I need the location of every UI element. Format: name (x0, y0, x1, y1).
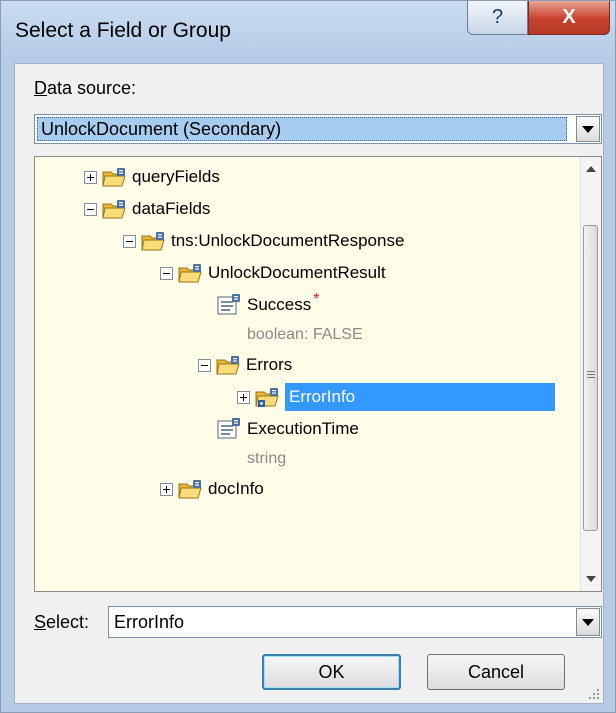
field-icon (217, 294, 240, 315)
tree-item-unlockdocumentresponse[interactable]: tns:UnlockDocumentResponse (123, 226, 404, 256)
tree-item-label: queryFields (132, 167, 220, 186)
grip-icon (587, 371, 595, 372)
group-folder-icon (216, 355, 240, 374)
tree-item-label: docInfo (208, 479, 264, 498)
repeating-group-icon (255, 387, 279, 407)
ok-button[interactable]: OK (262, 654, 401, 690)
tree-item-datafields[interactable]: dataFields (84, 194, 210, 224)
group-folder-icon (102, 167, 126, 186)
field-type-label: string (247, 450, 287, 467)
select-combobox[interactable]: ErrorInfo (108, 606, 602, 638)
tree-item-errors[interactable]: Errors (198, 350, 292, 380)
help-button[interactable]: ? (467, 1, 528, 35)
group-folder-icon (141, 231, 165, 250)
field-icon (217, 418, 240, 439)
expand-icon[interactable] (160, 482, 173, 496)
chevron-down-icon (582, 618, 594, 626)
data-source-select[interactable]: UnlockDocument (Secondary) (34, 114, 602, 144)
tree-item-errorinfo[interactable]: ErrorInfo (237, 382, 555, 412)
tree-item-success[interactable]: Success * (217, 290, 319, 320)
collapse-icon[interactable] (123, 234, 136, 248)
field-tree[interactable]: queryFields dataFields tns:UnlockDocumen… (34, 156, 602, 592)
tree-item-label: tns:UnlockDocumentResponse (171, 231, 405, 250)
tree-item-label: Success (247, 295, 312, 314)
group-folder-icon (178, 479, 202, 498)
collapse-icon[interactable] (84, 202, 97, 216)
tree-item-label: Errors (246, 355, 293, 374)
collapse-icon[interactable] (198, 358, 211, 372)
required-mark: * (313, 291, 320, 308)
expand-icon[interactable] (237, 390, 250, 404)
cancel-button[interactable]: Cancel (427, 654, 565, 690)
tree-vertical-scrollbar[interactable] (580, 157, 601, 591)
resize-grip-icon[interactable] (588, 688, 600, 700)
scroll-down-button[interactable] (581, 569, 601, 589)
chevron-down-icon (586, 576, 596, 582)
data-source-label: Data source: (34, 78, 137, 98)
scroll-thumb[interactable] (583, 225, 598, 531)
data-source-dropdown-button[interactable] (576, 116, 600, 142)
data-source-value: UnlockDocument (Secondary) (37, 117, 567, 141)
dialog-window: Select a Field or Group ? X Data source:… (0, 0, 616, 713)
title-bar[interactable]: Select a Field or Group ? X (1, 1, 615, 63)
tree-item-docinfo[interactable]: docInfo (160, 474, 264, 504)
tree-item-label: UnlockDocumentResult (208, 263, 386, 282)
chevron-up-icon (586, 166, 596, 172)
tree-item-unlockdocumentresult[interactable]: UnlockDocumentResult (160, 258, 386, 288)
chevron-down-icon (582, 125, 594, 133)
tree-item-label: ExecutionTime (247, 419, 359, 438)
dialog-body: Data source: UnlockDocument (Secondary) … (14, 63, 604, 704)
select-dropdown-button[interactable] (576, 608, 600, 636)
group-folder-icon (178, 263, 202, 282)
collapse-icon[interactable] (160, 266, 173, 280)
field-type-label: boolean: FALSE (247, 326, 363, 343)
group-folder-icon (102, 199, 126, 218)
scroll-up-button[interactable] (581, 159, 601, 179)
tree-item-executiontime[interactable]: ExecutionTime (217, 414, 359, 444)
select-value: ErrorInfo (114, 612, 185, 632)
tree-item-label: dataFields (132, 199, 211, 218)
tree-item-queryfields[interactable]: queryFields (84, 162, 220, 192)
window-title: Select a Field or Group (15, 19, 231, 42)
close-button[interactable]: X (528, 1, 610, 35)
tree-item-label-selected: ErrorInfo (285, 383, 555, 411)
select-label: Select: (34, 612, 90, 632)
expand-icon[interactable] (84, 170, 97, 184)
